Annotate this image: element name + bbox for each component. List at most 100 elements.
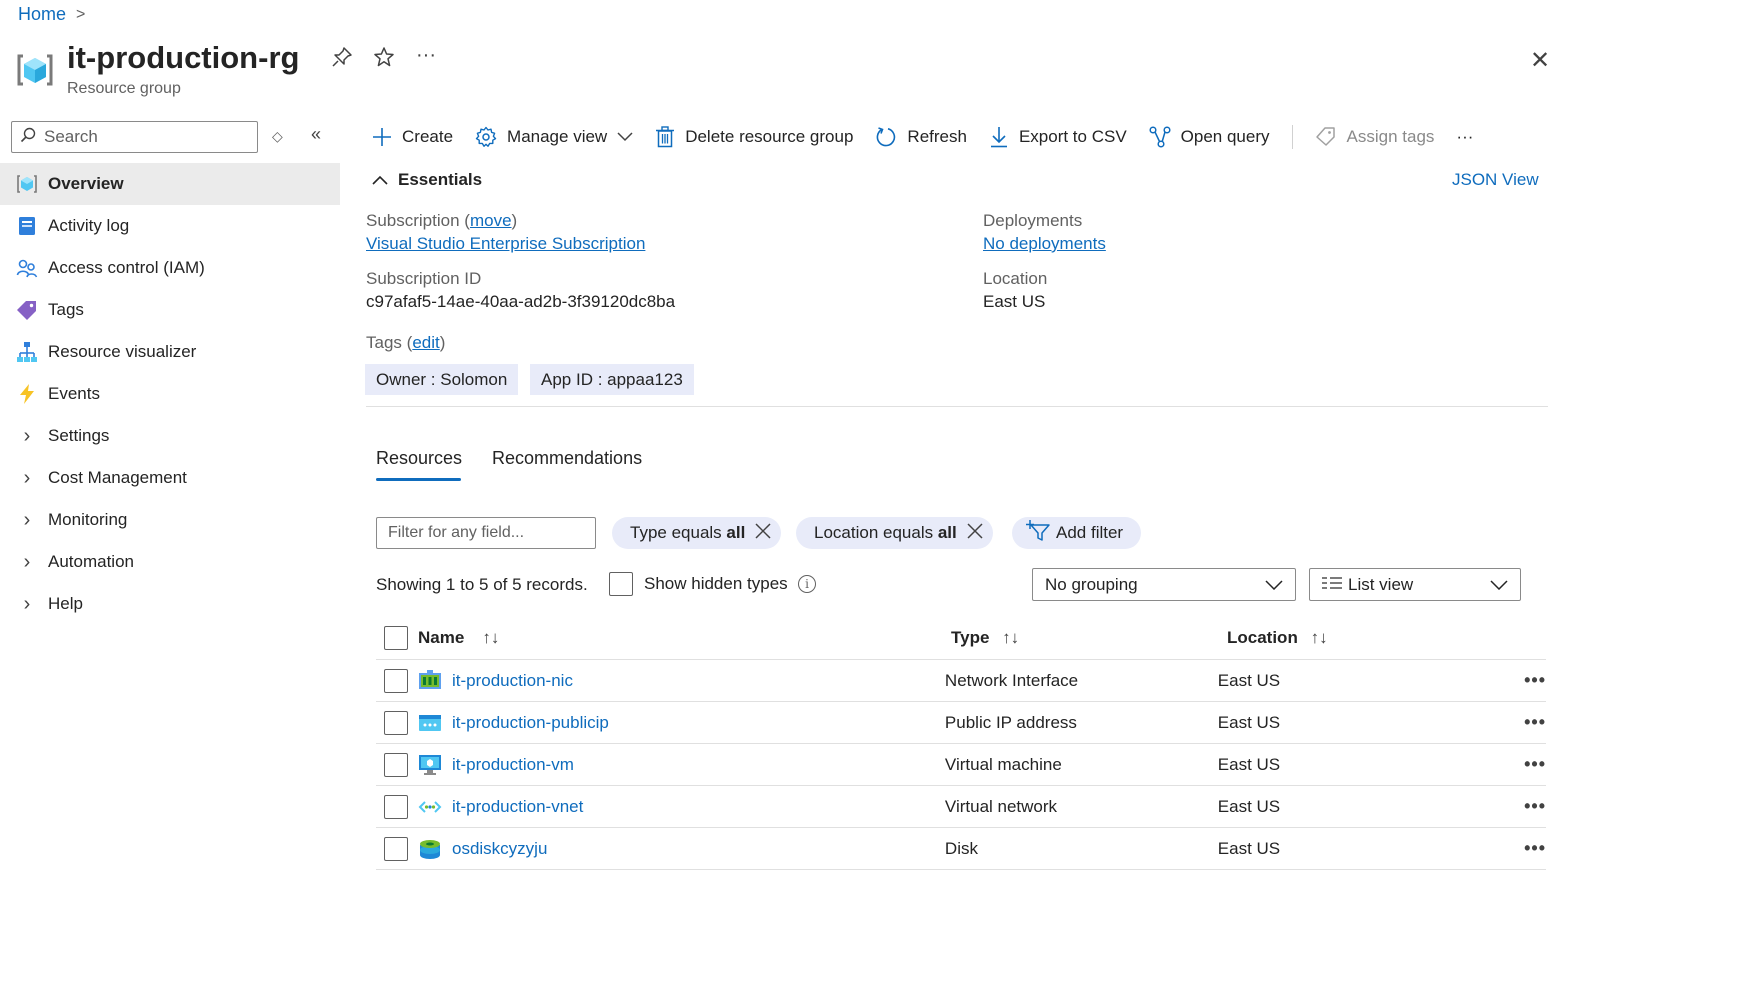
resource-name-link[interactable]: it-production-nic [452,671,573,691]
breadcrumb-home-link[interactable]: Home [18,4,66,25]
resource-location: East US [1217,796,1281,816]
sidebar-item-monitoring[interactable]: › Monitoring [0,499,340,541]
type-filter-label: Type equals all [630,523,746,542]
title-more-button[interactable]: ··· [416,44,436,67]
virtual-machine-icon [418,753,442,777]
chevron-down-icon [1265,575,1283,595]
grouping-dropdown[interactable]: No grouping [1032,568,1296,601]
virtual-network-icon [418,795,442,819]
resource-name-link[interactable]: it-production-vnet [452,797,583,817]
plus-icon [372,127,392,147]
toolbar-more-button[interactable]: ··· [1456,127,1473,147]
delete-resource-group-button[interactable]: Delete resource group [655,126,853,148]
add-filter-icon [1026,519,1050,547]
create-button[interactable]: Create [372,127,453,147]
tag-chip-app-id: App ID : appaa123 [530,364,694,395]
sidebar-item-tags[interactable]: Tags [0,289,340,331]
manage-view-button[interactable]: Manage view [475,126,633,148]
location-column-header[interactable]: Location ↑↓ [1227,628,1503,648]
info-icon[interactable]: i [798,575,816,593]
row-checkbox[interactable] [384,836,408,861]
tag-chip-owner: Owner : Solomon [365,364,519,395]
essentials-toggle[interactable]: Essentials [372,170,482,190]
tab-resources[interactable]: Resources [376,448,462,469]
assign-tags-button[interactable]: Assign tags [1315,126,1434,148]
records-count: Showing 1 to 5 of 5 records. [376,575,588,594]
resources-table: Name ↑↓ Type ↑↓ Location ↑↓ it-productio… [376,616,1546,870]
pin-icon [331,47,353,73]
star-icon [373,47,395,73]
close-icon: ✕ [1530,47,1551,74]
sidebar-collapse-button[interactable]: « [311,124,321,145]
table-row[interactable]: it-production-publicip Public IP address… [376,702,1546,744]
chevron-right-icon: › [23,424,31,447]
resource-name-link[interactable]: it-production-publicip [452,713,609,733]
export-csv-button[interactable]: Export to CSV [989,126,1127,148]
refresh-button[interactable]: Refresh [875,126,967,148]
row-more-button[interactable]: ••• [1491,670,1546,691]
table-row[interactable]: it-production-vnet Virtual network East … [376,786,1546,828]
resource-location: East US [1217,670,1281,690]
filter-input[interactable]: Filter for any field... [376,517,596,549]
sidebar-item-overview[interactable]: Overview [0,163,340,205]
row-checkbox[interactable] [384,752,408,777]
tab-recommendations[interactable]: Recommendations [492,448,642,469]
resource-name-link[interactable]: osdiskcyzyju [452,839,547,859]
resource-group-icon [16,50,54,90]
favorite-button[interactable] [373,46,395,74]
name-column-header[interactable]: Name ↑↓ [418,628,951,648]
close-icon[interactable] [755,522,771,544]
sidebar-item-access-control[interactable]: Access control (IAM) [0,247,340,289]
show-hidden-types-checkbox[interactable] [609,572,633,596]
select-all-checkbox[interactable] [384,625,408,650]
type-filter-pill[interactable]: Type equals all [612,517,782,549]
resource-location: East US [1217,838,1281,858]
chevron-right-icon: › [23,466,31,489]
location-filter-pill[interactable]: Location equals all [796,517,993,549]
subscription-link[interactable]: Visual Studio Enterprise Subscription [366,234,645,254]
table-row[interactable]: osdiskcyzyju Disk East US ••• [376,828,1546,870]
tag-outline-icon [1315,126,1337,148]
move-link[interactable]: move [470,211,512,230]
row-checkbox[interactable] [384,668,408,693]
row-more-button[interactable]: ••• [1491,754,1546,775]
type-column-header[interactable]: Type ↑↓ [951,628,1227,648]
deployments-link[interactable]: No deployments [983,234,1106,254]
sidebar-item-label: Overview [48,174,124,193]
sidebar-item-settings[interactable]: › Settings [0,415,340,457]
view-dropdown[interactable]: List view [1309,568,1521,601]
row-more-button[interactable]: ••• [1491,838,1546,859]
close-icon[interactable] [967,522,983,544]
sidebar-item-automation[interactable]: › Automation [0,541,340,583]
sidebar-sort-button[interactable]: ◇ [272,128,283,145]
chevron-right-icon: › [23,508,31,531]
resource-name-link[interactable]: it-production-vm [452,755,574,775]
row-more-button[interactable]: ••• [1491,796,1546,817]
people-icon [16,257,38,279]
table-row[interactable]: it-production-vm Virtual machine East US… [376,744,1546,786]
row-checkbox[interactable] [384,794,408,819]
activity-log-icon [16,215,38,237]
add-filter-button[interactable]: Add filter [1012,517,1142,549]
sidebar-item-cost-management[interactable]: › Cost Management [0,457,340,499]
sidebar-item-events[interactable]: Events [0,373,340,415]
sidebar-item-label: Help [48,594,83,613]
sidebar-item-resource-visualizer[interactable]: Resource visualizer [0,331,340,373]
sidebar-search-input[interactable]: Search [11,121,258,153]
breadcrumb: Home > [18,4,85,25]
edit-tags-link[interactable]: edit [412,333,439,352]
sidebar-item-activity-log[interactable]: Activity log [0,205,340,247]
close-button[interactable]: ✕ [1530,46,1550,75]
open-query-label: Open query [1180,127,1270,146]
json-view-link[interactable]: JSON View [1452,170,1539,190]
sidebar-item-label: Events [48,384,100,403]
row-more-button[interactable]: ••• [1491,712,1546,733]
table-row[interactable]: it-production-nic Network Interface East… [376,660,1546,702]
sidebar-item-help[interactable]: › Help [0,583,340,625]
location-header-label: Location [1227,627,1298,647]
pin-button[interactable] [331,46,353,74]
row-checkbox[interactable] [384,710,408,735]
tags-label: Tags [366,333,402,352]
open-query-button[interactable]: Open query [1149,126,1270,148]
sort-icon: ↑↓ [1310,627,1328,647]
